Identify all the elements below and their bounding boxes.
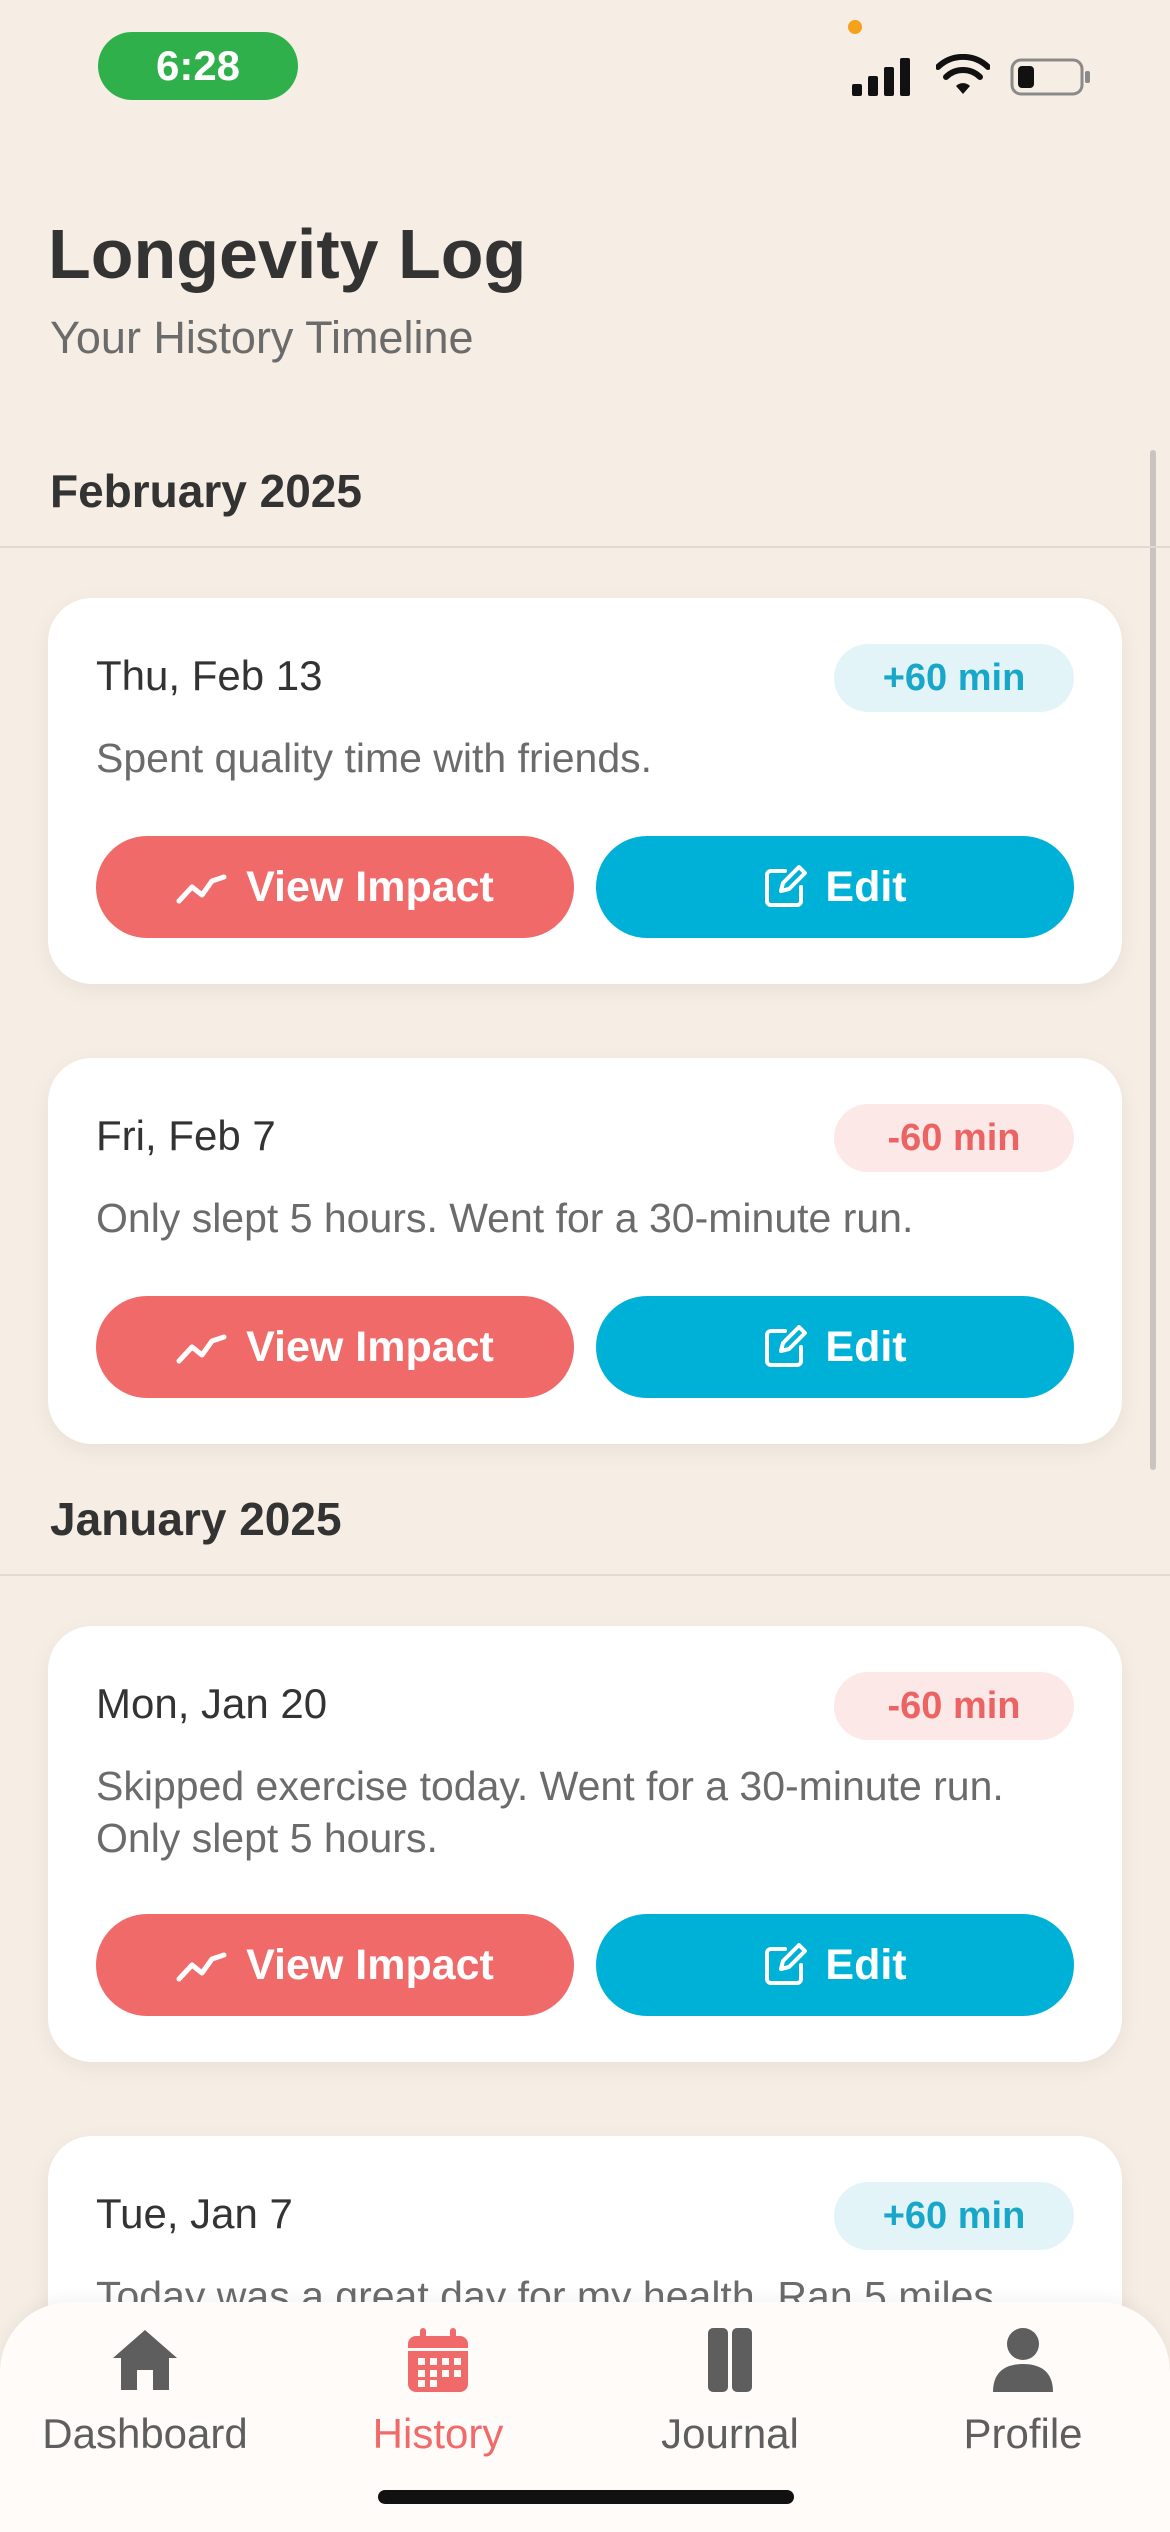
status-time: 6:28 [98,32,298,100]
book-icon [708,2328,752,2392]
tab-history[interactable]: History [293,2324,583,2474]
view-impact-button[interactable]: View Impact [96,1914,574,2016]
trend-line-icon [176,1952,227,1982]
edit-icon [765,1943,808,1985]
lifespan-delta-badge: -60 min [834,1104,1074,1172]
month-heading-february: February 2025 [50,465,362,517]
home-indicator[interactable] [378,2490,794,2504]
entry-date: Mon, Jan 20 [96,1680,328,1727]
entry-date: Thu, Feb 13 [96,652,323,699]
trend-line-icon [176,1334,227,1364]
entry-note: Only slept 5 hours. Went for a 30-minute… [96,1195,914,1241]
edit-label: Edit [825,862,907,911]
view-impact-button[interactable]: View Impact [96,1296,574,1398]
cellular-signal-icon [852,58,910,96]
tab-label: Dashboard [42,2410,248,2457]
lifespan-delta-badge: -60 min [834,1672,1074,1740]
person-icon [993,2328,1053,2392]
history-entry-card: Fri, Feb 7 -60 min Only slept 5 hours. W… [48,1058,1122,1444]
battery-icon [1010,58,1090,96]
entry-note: Spent quality time with friends. [96,735,653,781]
history-entry-card: Mon, Jan 20 -60 min Skipped exercise tod… [48,1626,1122,2062]
page-title: Longevity Log [48,215,527,293]
lifespan-delta-badge: +60 min [834,2182,1074,2250]
entry-note: Skipped exercise today. Went for a 30-mi… [96,1763,1004,1861]
edit-label: Edit [825,1940,907,1989]
view-impact-label: View Impact [246,1322,494,1371]
status-bar: 6:28 [0,0,1170,130]
home-icon [113,2330,177,2390]
lifespan-delta-badge: +60 min [834,644,1074,712]
section-divider [0,546,1170,548]
history-entry-card: Thu, Feb 13 +60 min Spent quality time w… [48,598,1122,984]
view-impact-label: View Impact [246,1940,494,1989]
edit-icon [765,865,808,907]
scrollbar[interactable] [1150,450,1156,1470]
tab-journal[interactable]: Journal [585,2324,875,2474]
tab-label: Journal [661,2410,799,2457]
page-subtitle: Your History Timeline [50,312,474,363]
entry-date: Fri, Feb 7 [96,1112,276,1159]
tab-profile[interactable]: Profile [878,2324,1168,2474]
view-impact-label: View Impact [246,862,494,911]
month-heading-january: January 2025 [50,1493,342,1545]
wifi-icon [936,54,990,94]
tab-label: History [372,2410,504,2457]
view-impact-button[interactable]: View Impact [96,836,574,938]
edit-label: Edit [825,1322,907,1371]
privacy-indicator-dot [848,20,862,34]
tab-dashboard[interactable]: Dashboard [0,2324,290,2474]
edit-button[interactable]: Edit [596,1914,1074,2016]
entry-date: Tue, Jan 7 [96,2190,293,2237]
edit-icon [765,1325,808,1367]
tab-label: Profile [963,2410,1083,2457]
trend-line-icon [176,874,227,904]
edit-button[interactable]: Edit [596,836,1074,938]
calendar-icon [408,2328,468,2392]
edit-button[interactable]: Edit [596,1296,1074,1398]
section-divider [0,1574,1170,1576]
